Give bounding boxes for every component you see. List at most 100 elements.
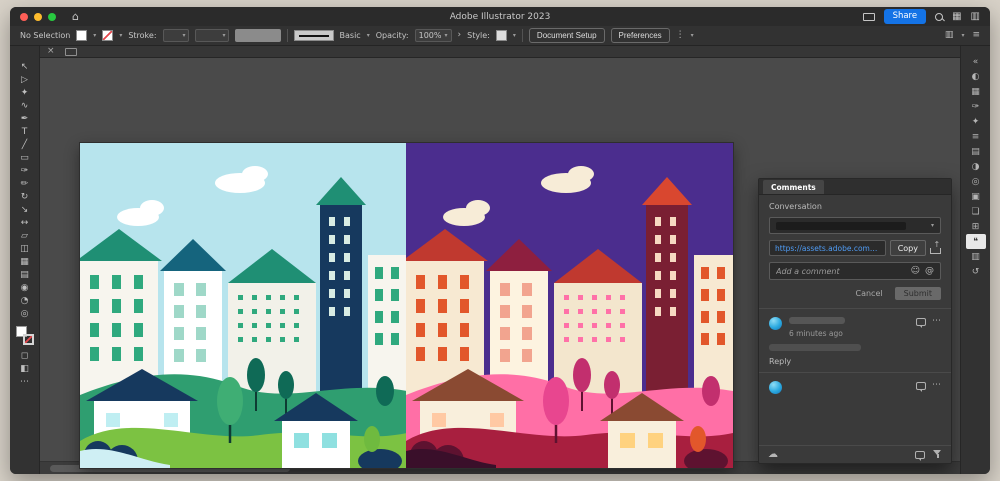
share-link-field[interactable]: https://assets.adobe.com/id/ur...: [769, 240, 886, 256]
submit-button[interactable]: Submit: [895, 287, 941, 300]
chevron-down-icon[interactable]: ▾: [961, 33, 964, 39]
zoom-window-button[interactable]: [48, 13, 56, 21]
fill-color-swatch[interactable]: [76, 30, 87, 41]
pencil-tool-icon[interactable]: ✏: [14, 177, 36, 190]
magic-wand-tool-icon[interactable]: ✦: [14, 86, 36, 99]
style-swatch[interactable]: [496, 30, 507, 41]
toolbar-stroke-swatch[interactable]: [23, 334, 34, 345]
close-document-icon[interactable]: ×: [47, 47, 55, 56]
shape-builder-tool-icon[interactable]: ◫: [14, 242, 36, 255]
comment-bubble-icon[interactable]: [916, 382, 926, 390]
chevron-down-icon[interactable]: ▾: [367, 33, 370, 39]
comment-meta: 6 minutes ago: [789, 317, 909, 338]
stroke-weight-dropdown[interactable]: ▾: [163, 29, 189, 42]
comments-tab[interactable]: Comments: [763, 180, 824, 194]
control-bar: No Selection ▾ ▾ Stroke: ▾ ▾ Basic ▾ Opa…: [10, 26, 990, 46]
conversation-dropdown[interactable]: ▾: [769, 217, 941, 234]
share-link-icon[interactable]: [930, 242, 941, 254]
libraries-panel-icon[interactable]: ▥: [966, 249, 986, 264]
close-window-button[interactable]: [20, 13, 28, 21]
canvas[interactable]: Comments Conversation ▾ https://assets.a…: [40, 58, 960, 474]
transparency-panel-icon[interactable]: ◑: [966, 159, 986, 174]
edit-toolbar-icon[interactable]: ⋯: [14, 375, 36, 388]
share-button[interactable]: Share: [884, 9, 927, 23]
comment-placeholder: Add a comment: [776, 267, 906, 276]
fill-stroke-swatches[interactable]: [16, 326, 34, 345]
share-link-row: https://assets.adobe.com/id/ur... Copy: [769, 240, 941, 256]
home-icon[interactable]: ⌂: [72, 11, 79, 22]
comment-item[interactable]: ⋯: [769, 379, 941, 394]
cancel-button[interactable]: Cancel: [856, 289, 883, 298]
swatches-panel-icon[interactable]: ▦: [966, 84, 986, 99]
type-tool-icon[interactable]: T: [14, 125, 36, 138]
direct-selection-tool-icon[interactable]: ▷: [14, 73, 36, 86]
chevron-right-icon[interactable]: ›: [458, 31, 462, 40]
graphic-styles-panel-icon[interactable]: ▣: [966, 189, 986, 204]
artboards-panel-icon[interactable]: ⊞: [966, 219, 986, 234]
arrange-documents-icon[interactable]: ▥: [971, 12, 980, 22]
artboard[interactable]: [80, 143, 733, 468]
symbols-panel-icon[interactable]: ✦: [966, 114, 986, 129]
opacity-dropdown[interactable]: 100% ▾: [415, 29, 452, 42]
chevron-down-icon[interactable]: ▾: [513, 33, 516, 39]
paintbrush-tool-icon[interactable]: ✑: [14, 164, 36, 177]
blend-tool-icon[interactable]: ◔: [14, 294, 36, 307]
comment-item[interactable]: 6 minutes ago ⋯: [769, 315, 941, 338]
brush-name[interactable]: Basic: [340, 31, 361, 40]
commenter-avatar: [769, 381, 782, 394]
stroke-panel-icon[interactable]: ≡: [966, 129, 986, 144]
comment-input[interactable]: Add a comment ☺ @: [769, 262, 941, 280]
chevron-down-icon[interactable]: ▾: [119, 33, 122, 39]
brushes-panel-icon[interactable]: ✑: [966, 99, 986, 114]
more-options-icon[interactable]: ⋯: [932, 383, 941, 388]
preferences-button[interactable]: Preferences: [611, 28, 670, 43]
device-preview-icon[interactable]: [863, 13, 875, 21]
pen-tool-icon[interactable]: ✒: [14, 112, 36, 125]
zoom-tool-icon[interactable]: ◎: [14, 307, 36, 320]
filter-comments-icon[interactable]: [933, 450, 942, 459]
switch-workspace-icon[interactable]: ▦: [952, 12, 961, 22]
mention-icon[interactable]: @: [925, 267, 934, 276]
new-comment-icon[interactable]: [915, 451, 925, 459]
selection-tool-icon[interactable]: ↖: [14, 60, 36, 73]
appearance-panel-icon[interactable]: ◎: [966, 174, 986, 189]
history-panel-icon[interactable]: ↺: [966, 264, 986, 279]
width-tool-icon[interactable]: ↔: [14, 216, 36, 229]
chevron-down-icon[interactable]: ▾: [691, 33, 694, 39]
line-segment-tool-icon[interactable]: ╱: [14, 138, 36, 151]
free-transform-tool-icon[interactable]: ▱: [14, 229, 36, 242]
artboard-thumbnail-icon[interactable]: [65, 48, 77, 56]
color-panel-icon[interactable]: ◐: [966, 69, 986, 84]
comments-panel-icon[interactable]: ❝: [966, 234, 986, 249]
emoji-icon[interactable]: ☺: [911, 267, 920, 276]
cloud-sync-icon[interactable]: ☁: [768, 450, 778, 460]
mesh-tool-icon[interactable]: ▦: [14, 255, 36, 268]
chevron-down-icon[interactable]: ▾: [93, 33, 96, 39]
variable-width-dropdown[interactable]: ▾: [195, 29, 229, 42]
draw-mode-icon[interactable]: ◻: [14, 349, 36, 362]
workspace-overflow-icon[interactable]: ⋮: [676, 31, 685, 40]
stroke-color-swatch[interactable]: [102, 30, 113, 41]
scale-tool-icon[interactable]: ↘: [14, 203, 36, 216]
rotate-tool-icon[interactable]: ↻: [14, 190, 36, 203]
collapse-panels-icon[interactable]: «: [966, 54, 986, 69]
layers-panel-icon[interactable]: ❏: [966, 204, 986, 219]
rectangle-tool-icon[interactable]: ▭: [14, 151, 36, 164]
copy-link-button[interactable]: Copy: [890, 240, 926, 256]
gradient-tool-icon[interactable]: ▤: [14, 268, 36, 281]
document-setup-button[interactable]: Document Setup: [529, 28, 605, 43]
dock-panels-icon[interactable]: ▥: [945, 31, 954, 40]
desktop-background: ⌂ Adobe Illustrator 2023 Share ▦ ▥ No Se…: [0, 0, 1000, 481]
comments-panel-footer: ☁: [759, 445, 951, 463]
screen-mode-icon[interactable]: ◧: [14, 362, 36, 375]
control-menu-icon[interactable]: ≡: [972, 31, 980, 40]
gradient-panel-icon[interactable]: ▤: [966, 144, 986, 159]
eyedropper-tool-icon[interactable]: ◉: [14, 281, 36, 294]
lasso-tool-icon[interactable]: ∿: [14, 99, 36, 112]
minimize-window-button[interactable]: [34, 13, 42, 21]
comment-bubble-icon[interactable]: [916, 318, 926, 326]
search-icon[interactable]: [935, 13, 943, 21]
reply-button[interactable]: Reply: [769, 357, 941, 366]
more-options-icon[interactable]: ⋯: [932, 319, 941, 324]
brush-stroke-preview[interactable]: [294, 30, 334, 41]
